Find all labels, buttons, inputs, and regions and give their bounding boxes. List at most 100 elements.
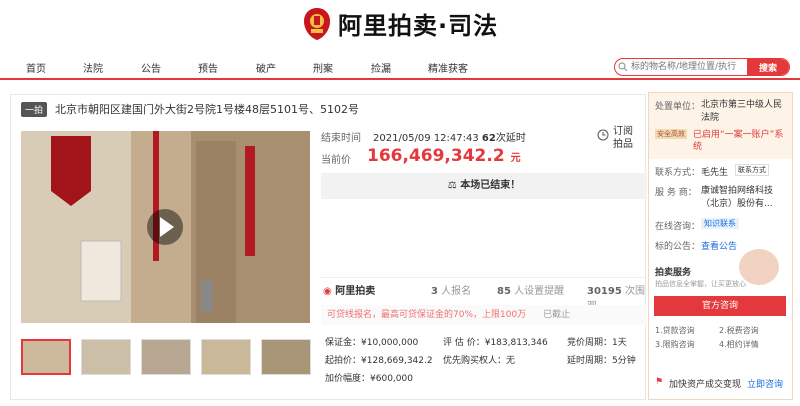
safety-badge: 安全高效: [655, 129, 687, 139]
court-name[interactable]: 北京市第三中级人民法院: [701, 99, 789, 125]
cycle-label: 竞价周期：: [567, 338, 613, 348]
nav-notice[interactable]: 公告: [141, 60, 161, 75]
item-title: 北京市朝阳区建国门外大街2号院1号楼48层5101号、5102号: [55, 103, 359, 116]
delay-cycle: 延时周期：5分钟: [567, 353, 636, 366]
thumbnail[interactable]: [81, 339, 131, 375]
consult-label: 在线咨询：: [655, 222, 701, 232]
subscribe-label-2: 拍品: [613, 139, 633, 150]
contact-button[interactable]: 联系方式: [735, 164, 769, 176]
link-details[interactable]: 4.相约详情: [719, 339, 759, 350]
increment: 加价幅度：¥600,000: [325, 371, 413, 384]
thumbnail[interactable]: [141, 339, 191, 375]
priority: 优先购买权人：无: [443, 353, 515, 366]
nav-criminal[interactable]: 刑案: [313, 60, 333, 75]
auction-ended-banner: ⚖ 本场已结束！: [321, 173, 647, 199]
search-input[interactable]: [631, 59, 743, 75]
views-count: 30195: [587, 286, 622, 297]
price-unit: 元: [510, 153, 521, 164]
room-photo-illustration: [21, 131, 310, 323]
agent-avatar: [739, 249, 779, 285]
loan-tip-text: 可贷线报名，最高可贷保证金的70%，上限100万: [327, 310, 527, 320]
asset-promo: 加快资产成交变现: [669, 380, 742, 390]
nav-bargain[interactable]: 捡漏: [371, 60, 391, 75]
nav-precise[interactable]: 精准获客: [428, 60, 468, 75]
nav-court[interactable]: 法院: [83, 60, 103, 75]
signups-label: 人报名: [441, 286, 472, 297]
consult-now-link[interactable]: 立即咨询: [747, 377, 783, 390]
link-loan[interactable]: 1.贷款咨询: [655, 325, 695, 336]
reminders-label: 人设置提醒: [514, 286, 565, 297]
gavel-icon: ⚖: [447, 180, 457, 191]
stats-row: ◉ 阿里拍卖 3 人报名 85 人设置提醒 30195 次围观: [321, 277, 647, 312]
service-label: 服 务 商：: [655, 188, 697, 198]
end-time-label: 结束时间: [321, 133, 361, 144]
court-emblem-icon: [302, 7, 332, 41]
start-price: 起拍价：¥128,669,342.2: [325, 353, 433, 366]
deposit-value: ¥10,000,000: [361, 338, 419, 348]
nav-preview[interactable]: 预告: [198, 60, 218, 75]
increment-value: ¥600,000: [370, 374, 413, 384]
subscribe-label-1: 订阅: [613, 126, 633, 137]
service-subtitle: 拍品信息全掌握，让买更放心: [655, 280, 746, 288]
priority-value: 无: [506, 356, 516, 366]
link-purchase-limit[interactable]: 3.限购咨询: [655, 339, 695, 350]
thumbnail[interactable]: [21, 339, 71, 375]
title-row: 一拍 北京市朝阳区建国门外大街2号院1号楼48层5101号、5102号: [21, 101, 359, 117]
current-price-row: 当前价 166,469,342.2 元: [321, 146, 521, 166]
unit-label: 处置单位：: [655, 102, 701, 112]
search-icon: [615, 59, 631, 75]
asset-icon: ⚑: [655, 377, 664, 387]
sidebar: 处置单位： 北京市第三中级人民法院 安全高效 已启用“一案一账户”系统 联系方式…: [648, 92, 793, 400]
header: 阿里拍卖·司法: [0, 0, 800, 52]
thumbnail[interactable]: [261, 339, 311, 375]
nav-bankruptcy[interactable]: 破产: [256, 60, 276, 75]
reminders: 85 人设置提醒: [497, 282, 564, 297]
deposit: 保证金：¥10,000,000: [325, 335, 418, 348]
estimate-value: ¥183,813,346: [484, 338, 548, 348]
current-price-label: 当前价: [321, 155, 351, 166]
main-photo[interactable]: [21, 131, 310, 323]
thumbnail-strip: [21, 339, 321, 375]
thumbnail[interactable]: [201, 339, 251, 375]
service-provider[interactable]: 康诚智拍网络科技（北京）股份有...: [701, 185, 789, 211]
clock-icon: [597, 129, 609, 141]
priority-label: 优先购买权人：: [443, 356, 507, 366]
link-tax[interactable]: 2.税费咨询: [719, 325, 759, 336]
end-time-value: 2021/05/09 12:47:43 62次延时: [373, 129, 526, 144]
service-title: 拍卖服务: [655, 268, 692, 278]
consult-button[interactable]: 知识联系: [701, 218, 739, 229]
logo[interactable]: 阿里拍卖·司法: [302, 6, 498, 41]
end-time: 2021/05/09 12:47:43: [373, 133, 479, 144]
brand-label: 阿里拍卖: [335, 286, 376, 297]
official-consult-button[interactable]: 官方咨询: [654, 296, 786, 316]
ali-logo-icon: ◉: [323, 286, 332, 297]
reminders-count: 85: [497, 286, 511, 297]
ended-text: 本场已结束！: [460, 180, 521, 191]
nav-home[interactable]: 首页: [26, 60, 46, 75]
auction-detail: 一拍 北京市朝阳区建国门外大街2号院1号楼48层5101号、5102号 结束时间: [10, 94, 647, 400]
search-button[interactable]: 搜索: [747, 59, 789, 75]
notice-link[interactable]: 查看公告: [701, 239, 737, 252]
estimate-label: 评 估 价：: [443, 338, 485, 348]
contact-label: 联系方式：: [655, 168, 701, 178]
loan-tip-status: 已截止: [543, 310, 571, 320]
delay-count: 62: [481, 133, 496, 144]
search-box: 搜索: [614, 58, 790, 76]
brand-name: 阿里拍卖·司法: [338, 12, 499, 40]
deposit-label: 保证金：: [325, 338, 362, 348]
ali-auction-brand: ◉ 阿里拍卖: [323, 282, 375, 297]
signups-count: 3: [431, 286, 438, 297]
round-badge: 一拍: [21, 101, 48, 117]
delay-cycle-value: 5分钟: [612, 356, 636, 366]
cycle-value: 1天: [612, 338, 627, 348]
estimate: 评 估 价：¥183,813,346: [443, 335, 548, 348]
court-info: 处置单位： 北京市第三中级人民法院 安全高效 已启用“一案一账户”系统: [649, 93, 792, 159]
start-value: ¥128,669,342.2: [361, 356, 433, 366]
contact-name: 毛先生: [701, 168, 729, 178]
end-time-row: 结束时间 2021/05/09 12:47:43 62次延时: [321, 129, 526, 144]
delay-cycle-label: 延时周期：: [567, 356, 613, 366]
bid-cycle: 竞价周期：1天: [567, 335, 627, 348]
delay-text: 次延时: [495, 133, 526, 144]
subscribe-button[interactable]: 订阅 拍品: [597, 125, 647, 159]
increment-label: 加价幅度：: [325, 374, 371, 384]
